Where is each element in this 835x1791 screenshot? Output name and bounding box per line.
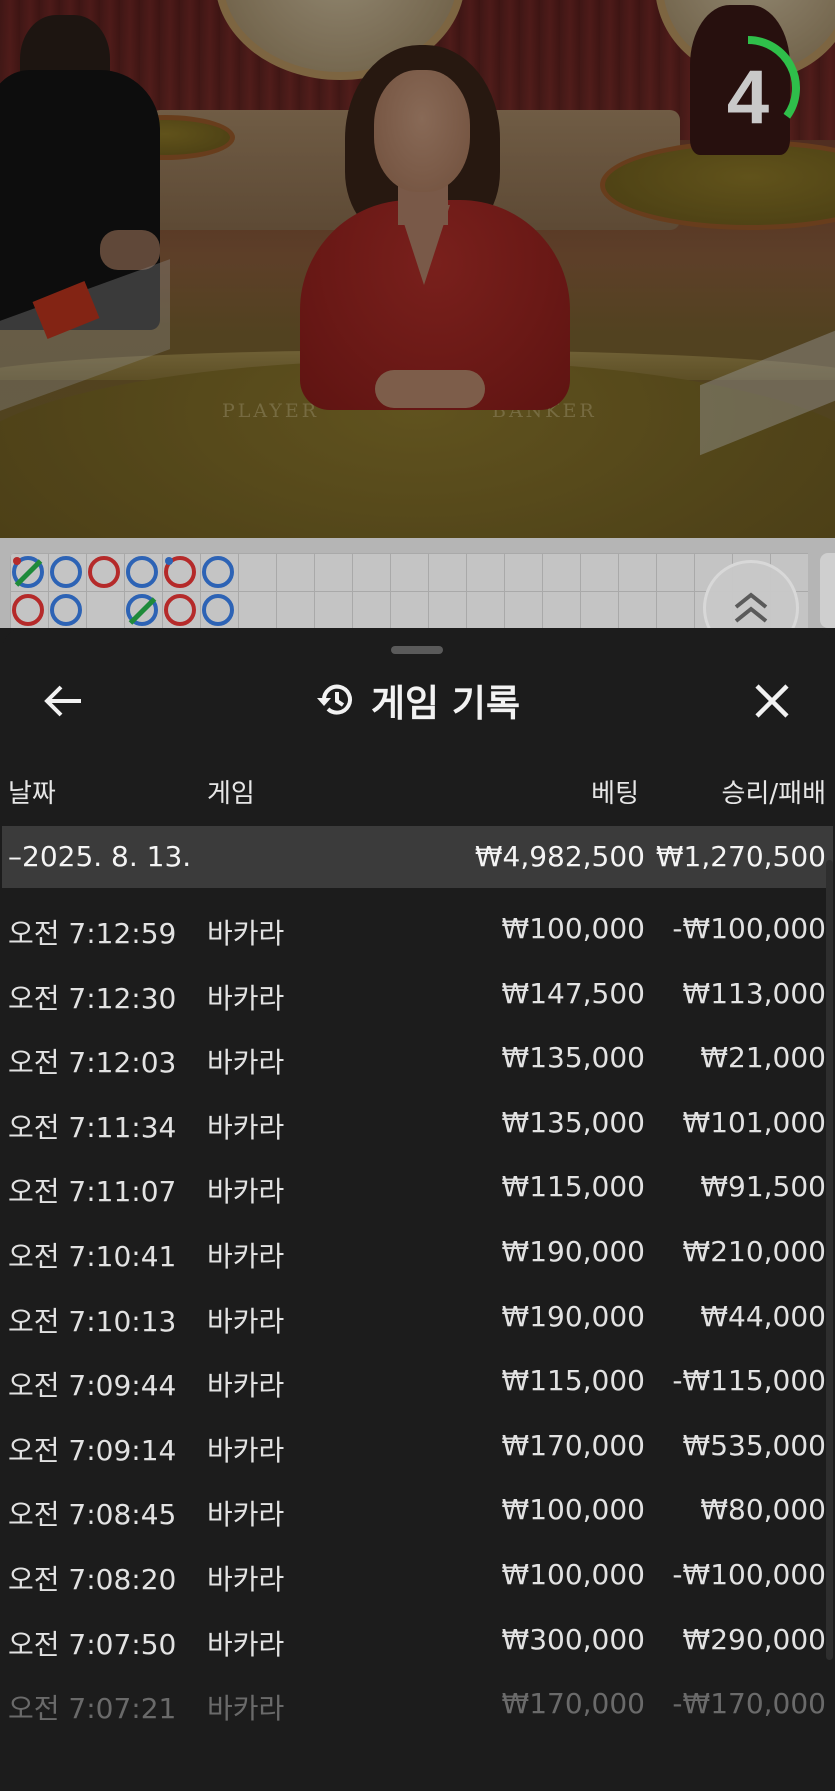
row-bet: ₩100,000 [501, 1558, 645, 1591]
row-time: 오전 7:09:14 [8, 1433, 177, 1467]
row-time: 오전 7:10:41 [8, 1240, 177, 1273]
page-title: 게임 기록 [370, 682, 521, 725]
row-result: ₩21,000 [700, 1041, 826, 1075]
row-result: ₩101,000 [682, 1105, 826, 1139]
row-game: 바카라 [207, 1433, 285, 1467]
table-row[interactable]: 오전 7:12:59 바카라 ₩100,000 -₩100,000 [0, 898, 835, 962]
row-game: 바카라 [207, 1563, 285, 1596]
row-bet: ₩300,000 [501, 1622, 645, 1656]
pair-dot [13, 557, 21, 565]
double-chevron-up-icon [734, 592, 768, 623]
row-game: 바카라 [207, 1304, 285, 1338]
countdown-number: 4 [726, 55, 770, 140]
row-bet: ₩100,000 [501, 1493, 645, 1527]
date-group-label: –2025. 8. 13. [8, 840, 192, 873]
table-row[interactable]: 오전 7:11:34 바카라 ₩135,000 ₩101,000 [0, 1092, 835, 1156]
red-bead [164, 594, 196, 626]
row-bet: ₩100,000 [501, 912, 645, 945]
row-result: -₩100,000 [672, 912, 826, 945]
row-bet: ₩190,000 [501, 1235, 645, 1268]
table-row[interactable]: 오전 7:08:45 바카라 ₩100,000 ₩80,000 [0, 1479, 835, 1543]
table-row[interactable]: 오전 7:12:03 바카라 ₩135,000 ₩21,000 [0, 1027, 835, 1091]
table-row[interactable]: 오전 7:09:14 바카라 ₩170,000 ₩535,000 [0, 1415, 835, 1479]
table-row[interactable]: 오전 7:07:21 바카라 ₩170,000 -₩170,000 [0, 1673, 835, 1737]
row-time: 오전 7:07:21 [8, 1692, 177, 1726]
road-map-next-panel [820, 553, 835, 628]
row-time: 오전 7:08:20 [8, 1563, 177, 1596]
row-game: 바카라 [207, 981, 285, 1015]
row-result: ₩290,000 [682, 1622, 826, 1656]
blue-bead [50, 556, 82, 588]
row-game: 바카라 [207, 917, 285, 950]
sheet-title: 게임 기록 [0, 675, 835, 725]
blue-bead [202, 594, 234, 626]
row-time: 오전 7:12:03 [8, 1046, 177, 1080]
table-row[interactable]: 오전 7:09:44 바카라 ₩115,000 -₩115,000 [0, 1350, 835, 1414]
row-bet: ₩115,000 [501, 1364, 645, 1398]
row-result: -₩100,000 [672, 1558, 826, 1591]
column-header-result[interactable]: 승리/패배 [722, 773, 826, 810]
row-result: -₩170,000 [672, 1687, 826, 1721]
row-bet: ₩170,000 [501, 1687, 645, 1721]
row-time: 오전 7:08:45 [8, 1498, 177, 1532]
row-bet: ₩135,000 [501, 1105, 645, 1139]
row-bet: ₩147,500 [501, 976, 645, 1010]
blue-bead [126, 594, 158, 626]
row-bet: ₩170,000 [501, 1428, 645, 1462]
row-game: 바카라 [207, 1110, 285, 1144]
row-time: 오전 7:11:34 [8, 1110, 177, 1144]
row-result: ₩210,000 [682, 1235, 826, 1268]
row-time: 오전 7:09:44 [8, 1369, 177, 1403]
close-icon [755, 684, 789, 718]
row-game: 바카라 [207, 1175, 285, 1209]
table-row[interactable]: 오전 7:10:13 바카라 ₩190,000 ₩44,000 [0, 1286, 835, 1350]
row-game: 바카라 [207, 1692, 285, 1726]
row-game: 바카라 [207, 1369, 285, 1403]
row-bet: ₩190,000 [501, 1299, 645, 1333]
row-result: ₩80,000 [700, 1493, 826, 1527]
row-bet: ₩115,000 [501, 1170, 645, 1204]
row-time: 오전 7:11:07 [8, 1175, 177, 1209]
row-result: ₩535,000 [682, 1428, 826, 1462]
table-row[interactable]: 오전 7:10:41 바카라 ₩190,000 ₩210,000 [0, 1221, 835, 1285]
scrollbar[interactable] [826, 860, 833, 1660]
tie-slash [128, 597, 157, 625]
row-time: 오전 7:12:59 [8, 917, 177, 950]
row-bet: ₩135,000 [501, 1041, 645, 1075]
sheet-drag-handle[interactable] [391, 646, 443, 654]
row-time: 오전 7:07:50 [8, 1627, 177, 1661]
red-bead [88, 556, 120, 588]
table-row[interactable]: 오전 7:07:50 바카라 ₩300,000 ₩290,000 [0, 1609, 835, 1673]
column-header-date[interactable]: 날짜 [8, 773, 56, 810]
pair-dot [165, 557, 173, 565]
blue-bead [202, 556, 234, 588]
table-row[interactable]: 오전 7:08:20 바카라 ₩100,000 -₩100,000 [0, 1544, 835, 1608]
blue-bead [12, 556, 44, 588]
row-result: -₩115,000 [672, 1364, 826, 1398]
column-header-game[interactable]: 게임 [207, 773, 255, 810]
close-button[interactable] [745, 676, 799, 726]
column-header-bet[interactable]: 베팅 [591, 773, 639, 810]
row-game: 바카라 [207, 1627, 285, 1661]
date-group-result-total: ₩1,270,500 [655, 840, 826, 873]
row-result: ₩44,000 [700, 1299, 826, 1333]
blue-bead [126, 556, 158, 588]
history-icon [316, 684, 352, 715]
table-row[interactable]: 오전 7:11:07 바카라 ₩115,000 ₩91,500 [0, 1156, 835, 1220]
row-game: 바카라 [207, 1498, 285, 1532]
red-bead [164, 556, 196, 588]
row-result: ₩113,000 [682, 976, 826, 1010]
date-group-bet-total: ₩4,982,500 [474, 840, 645, 873]
row-time: 오전 7:12:30 [8, 981, 177, 1015]
blue-bead [50, 594, 82, 626]
red-bead [12, 594, 44, 626]
row-game: 바카라 [207, 1046, 285, 1080]
row-time: 오전 7:10:13 [8, 1304, 177, 1338]
table-row[interactable]: 오전 7:12:30 바카라 ₩147,500 ₩113,000 [0, 963, 835, 1027]
row-result: ₩91,500 [700, 1170, 826, 1204]
row-game: 바카라 [207, 1240, 285, 1273]
